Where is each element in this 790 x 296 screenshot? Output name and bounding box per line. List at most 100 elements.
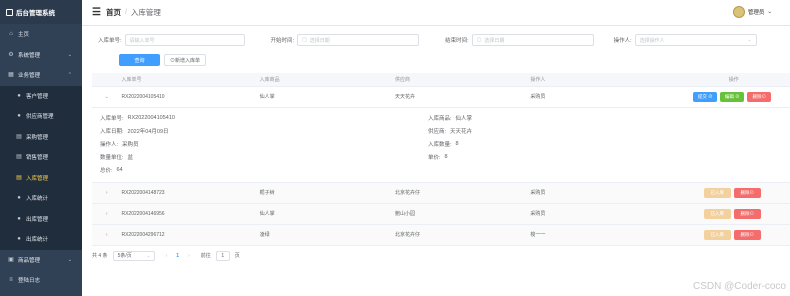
app-brand: 后台管理系统 (0, 0, 82, 24)
cell-operator: 采购员 (530, 94, 546, 100)
cell-supplier: 北京花卉仔 (395, 190, 421, 196)
pagination: 共 4 条 5条/页 ⌄ ‹ 1 › 前往 1 页 (92, 250, 780, 261)
calendar-icon: ▢ (476, 37, 482, 43)
sidebar-item-label: 客户管理 (26, 93, 49, 100)
detail-value: 采购员 (122, 141, 139, 148)
row-action-button[interactable]: 删除⊙ (733, 229, 761, 240)
cell-order-no: RX2022004296712 (121, 231, 165, 238)
end-time-label: 结束时间: (445, 38, 469, 44)
sidebar-item-11[interactable]: ▣ 商品管理 ⌄ (0, 250, 82, 271)
detail-value: 8 (444, 153, 448, 160)
sidebar-item-10[interactable]: ● 出库统计 (0, 229, 82, 250)
inbound-table: 入库单号 入库商品 供应商 操作人 操作 ⌄ RX2022004105410 仙人掌… (92, 73, 790, 246)
chevron-down-icon[interactable]: ⌄ (767, 9, 772, 15)
detail-label: 入库日期: (100, 128, 124, 135)
cell-product: 栀子树 (259, 190, 275, 196)
pager-total: 共 4 条 (92, 253, 108, 259)
expand-row-icon[interactable]: › (106, 190, 108, 196)
detail-value: 8 (455, 140, 459, 147)
expand-row-icon[interactable]: › (106, 232, 108, 238)
goto-label: 前往 (200, 253, 211, 259)
row-actions: 已入库 删除⊙ (677, 224, 790, 246)
start-date-picker[interactable]: ▢ 选择日期 (297, 34, 420, 46)
log-icon: ≡ (9, 277, 13, 284)
grid-icon: ▦ (8, 72, 14, 79)
detail-value: 天天花卉 (450, 128, 473, 135)
app-title: 后台管理系统 (16, 10, 55, 17)
detail-date: 入库日期: 2022年04月09日 (100, 125, 428, 137)
col-order-no: 入库单号 (121, 73, 260, 87)
col-product: 入库商品 (259, 73, 395, 87)
operator-select[interactable]: 选择操作人 ⌄ (634, 34, 757, 46)
row-action-button[interactable]: 提交 ⊘ (693, 91, 718, 102)
expand-row-icon[interactable]: ⌄ (105, 94, 109, 100)
row-action-button[interactable]: 已入库 (703, 208, 731, 219)
expand-row-icon[interactable]: › (106, 211, 108, 217)
filter-bar: 入库单号: 请输入单号 开始时间: ▢ 选择日期 结束时间: ▢ 选择日期 操作人:… (98, 33, 780, 47)
user-icon: ● (17, 195, 21, 202)
sidebar-item-12[interactable]: ≡ 登陆日志 (0, 270, 82, 291)
cell-product: 仙人掌 (259, 211, 275, 217)
row-actions: 已入库 删除⊙ (677, 182, 790, 204)
sidebar-item-1[interactable]: ⚙ 系统管理 ⌄ (0, 45, 82, 66)
file-icon: ▤ (16, 154, 22, 161)
page-unit-label: 页 (234, 253, 240, 259)
breadcrumb-separator: / (124, 9, 127, 16)
sidebar-item-4[interactable]: ● 供应商管理 (0, 106, 82, 127)
cart-icon: ▤ (16, 133, 22, 140)
menu-toggle-icon[interactable]: ☰ (92, 7, 101, 18)
sidebar-item-label: 商品管理 (18, 257, 41, 264)
app-logo-icon (6, 8, 13, 16)
row-action-button[interactable]: 编辑 ⊘ (720, 91, 745, 102)
order-no-input[interactable]: 请输入单号 (124, 34, 245, 46)
user-icon: ● (17, 92, 21, 99)
chevron-down-icon: ⌄ (747, 37, 752, 43)
sidebar: 后台管理系统 ⌂ 主页 ⚙ 系统管理 ⌄ ▦ 业务管理 ⌃ ● 客户管理 ● 供应商管理 ▤ 采购管理 ▤ 销… (0, 0, 82, 296)
row-action-button[interactable]: 删除⊙ (747, 91, 772, 102)
row-action-button[interactable]: 删除⊙ (733, 208, 761, 219)
sidebar-item-6[interactable]: ▤ 销售管理 (0, 147, 82, 168)
sidebar-item-2[interactable]: ▦ 业务管理 ⌃ (0, 65, 82, 86)
row-action-button[interactable]: 删除⊙ (733, 187, 761, 198)
box-icon: ▣ (8, 256, 14, 263)
detail-label: 入库数量: (428, 141, 452, 148)
end-date-picker[interactable]: ▢ 选择日期 (471, 34, 594, 46)
add-inbound-button[interactable]: ⊙新增入库单 (164, 54, 206, 66)
sidebar-item-label: 系统管理 (18, 52, 41, 59)
detail-qty: 入库数量: 8 (428, 138, 628, 150)
cell-operator: 采购员 (530, 190, 546, 196)
goto-page-input[interactable]: 1 (215, 250, 230, 261)
detail-label: 入库商品: (428, 115, 452, 122)
sidebar-item-0[interactable]: ⌂ 主页 (0, 24, 82, 45)
detail-label: 操作人: (100, 141, 119, 148)
row-action-button[interactable]: 已入库 (703, 187, 731, 198)
gear-icon: ⚙ (8, 51, 14, 58)
table-header-row: 入库单号 入库商品 供应商 操作人 操作 (92, 73, 790, 87)
chevron-down-icon: ⌄ (67, 51, 72, 58)
cell-order-no: RX2022004105410 (121, 93, 165, 100)
breadcrumb-home[interactable]: 首页 (106, 7, 121, 18)
sidebar-item-7[interactable]: ▤ 入库管理 (0, 167, 82, 188)
user-icon: ● (17, 215, 21, 222)
user-name[interactable]: 管理员 (748, 8, 765, 16)
avatar[interactable] (732, 6, 745, 18)
col-actions: 操作 (677, 73, 790, 87)
page-number-current[interactable]: 1 (176, 253, 179, 259)
breadcrumb-current: 入库管理 (130, 8, 161, 17)
page-size-select[interactable]: 5条/页 ⌄ (112, 250, 155, 261)
sidebar-item-label: 供应商管理 (26, 114, 54, 121)
search-button[interactable]: 查询 (119, 54, 160, 66)
table-row: › RX2022004146956 仙人掌 鲍山小园 采购员 已入库 删除⊙ (92, 203, 790, 225)
row-action-button[interactable]: 已入库 (703, 229, 731, 240)
sidebar-item-9[interactable]: ● 出库管理 (0, 208, 82, 229)
sidebar-item-8[interactable]: ● 入库统计 (0, 188, 82, 209)
user-menu[interactable]: 管理员 ⌄ (732, 6, 772, 18)
sidebar-item-5[interactable]: ▤ 采购管理 (0, 126, 82, 147)
sidebar-item-label: 采购管理 (26, 134, 49, 141)
detail-label: 总价: (100, 167, 113, 174)
sidebar-item-3[interactable]: ● 客户管理 (0, 85, 82, 106)
prev-page-button[interactable]: ‹ (166, 253, 168, 259)
detail-price: 单价: 8 (428, 151, 628, 163)
col-supplier: 供应商 (395, 73, 531, 87)
next-page-button[interactable]: › (188, 253, 190, 259)
